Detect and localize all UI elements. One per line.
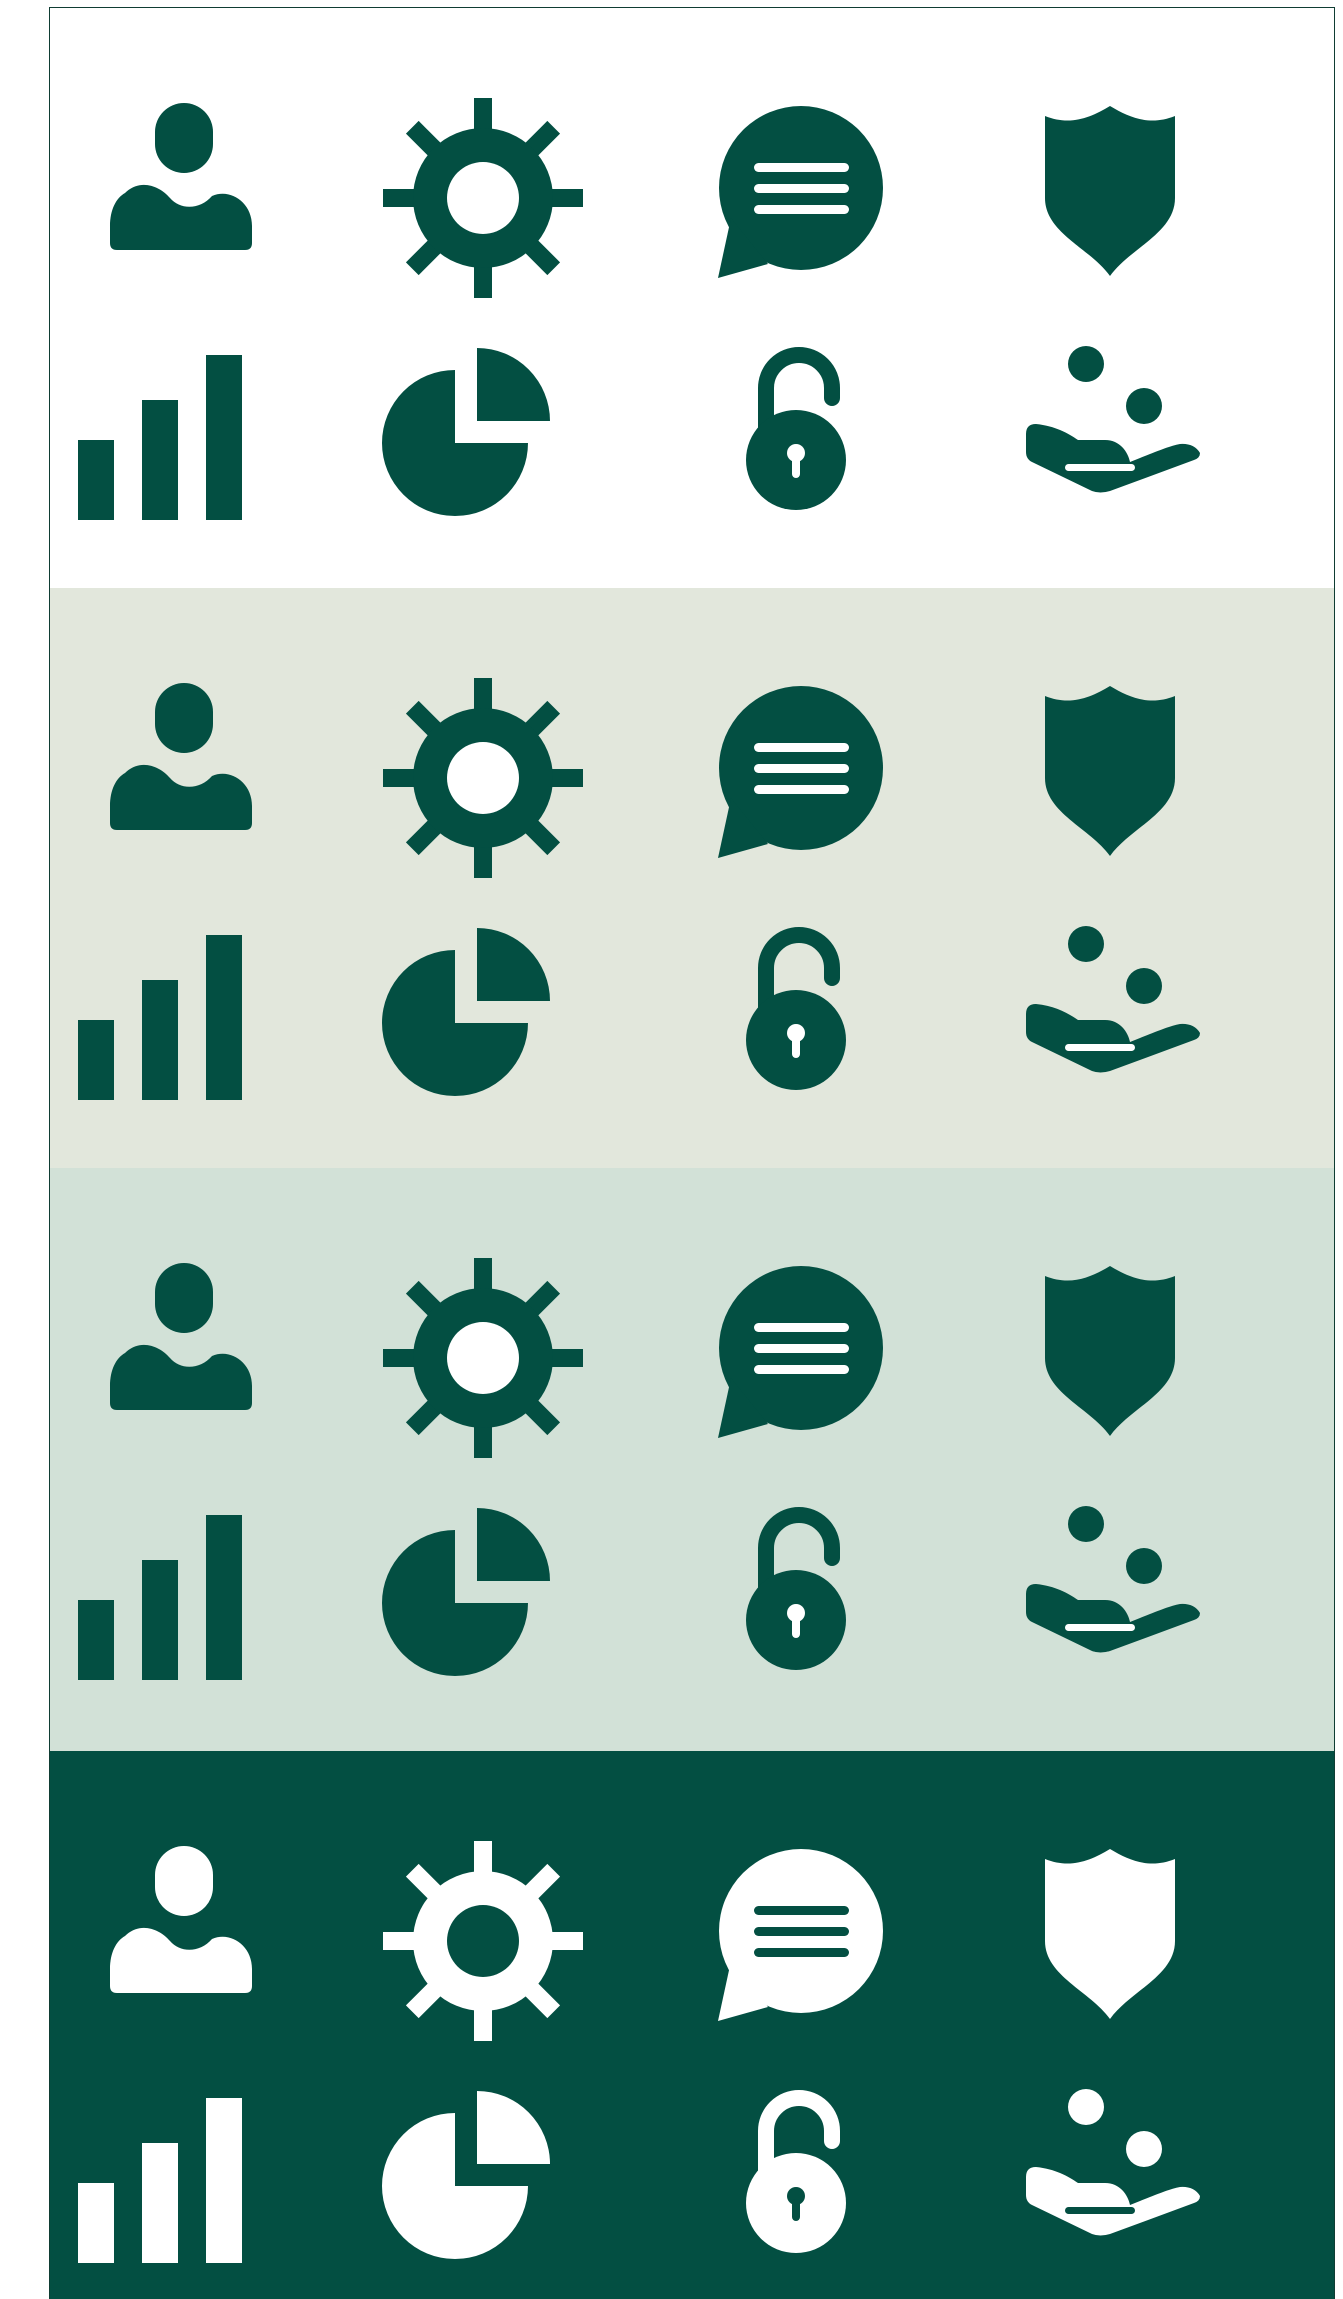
user-icon xyxy=(110,103,252,250)
gear-icon xyxy=(383,1841,583,2041)
hand-receiving-coins-icon xyxy=(1026,1506,1200,1653)
unlocked-padlock-icon xyxy=(746,927,846,1090)
pie-chart-icon xyxy=(382,2091,550,2259)
pale-green-background-panel xyxy=(50,1168,1334,1751)
chat-bubble-icon xyxy=(718,1849,883,2021)
unlocked-padlock-icon xyxy=(746,1507,846,1670)
dark-green-background-panel xyxy=(50,1751,1334,2299)
shield-icon xyxy=(1045,106,1175,276)
shield-icon xyxy=(1045,1266,1175,1436)
chat-bubble-icon xyxy=(718,686,883,858)
gear-icon xyxy=(383,1258,583,1458)
unlocked-padlock-icon xyxy=(746,347,846,510)
shield-icon xyxy=(1045,686,1175,856)
unlocked-padlock-icon xyxy=(746,2090,846,2253)
pie-chart-icon xyxy=(382,928,550,1096)
chat-bubble-icon xyxy=(718,1266,883,1438)
bar-chart-icon xyxy=(78,355,242,520)
pie-chart-icon xyxy=(382,1508,550,1676)
light-sage-background-panel xyxy=(50,588,1334,1168)
bar-chart-icon xyxy=(78,2098,242,2263)
user-icon xyxy=(110,683,252,830)
bar-chart-icon xyxy=(78,935,242,1100)
shield-icon xyxy=(1045,1849,1175,2019)
gear-icon xyxy=(383,678,583,878)
hand-receiving-coins-icon xyxy=(1026,346,1200,493)
gear-icon xyxy=(383,98,583,298)
hand-receiving-coins-icon xyxy=(1026,926,1200,1073)
chat-bubble-icon xyxy=(718,106,883,278)
white-background-panel xyxy=(50,8,1334,588)
icon-sheet xyxy=(49,7,1335,2299)
user-icon xyxy=(110,1263,252,1410)
hand-receiving-coins-icon xyxy=(1026,2089,1200,2236)
pie-chart-icon xyxy=(382,348,550,516)
bar-chart-icon xyxy=(78,1515,242,1680)
user-icon xyxy=(110,1846,252,1993)
